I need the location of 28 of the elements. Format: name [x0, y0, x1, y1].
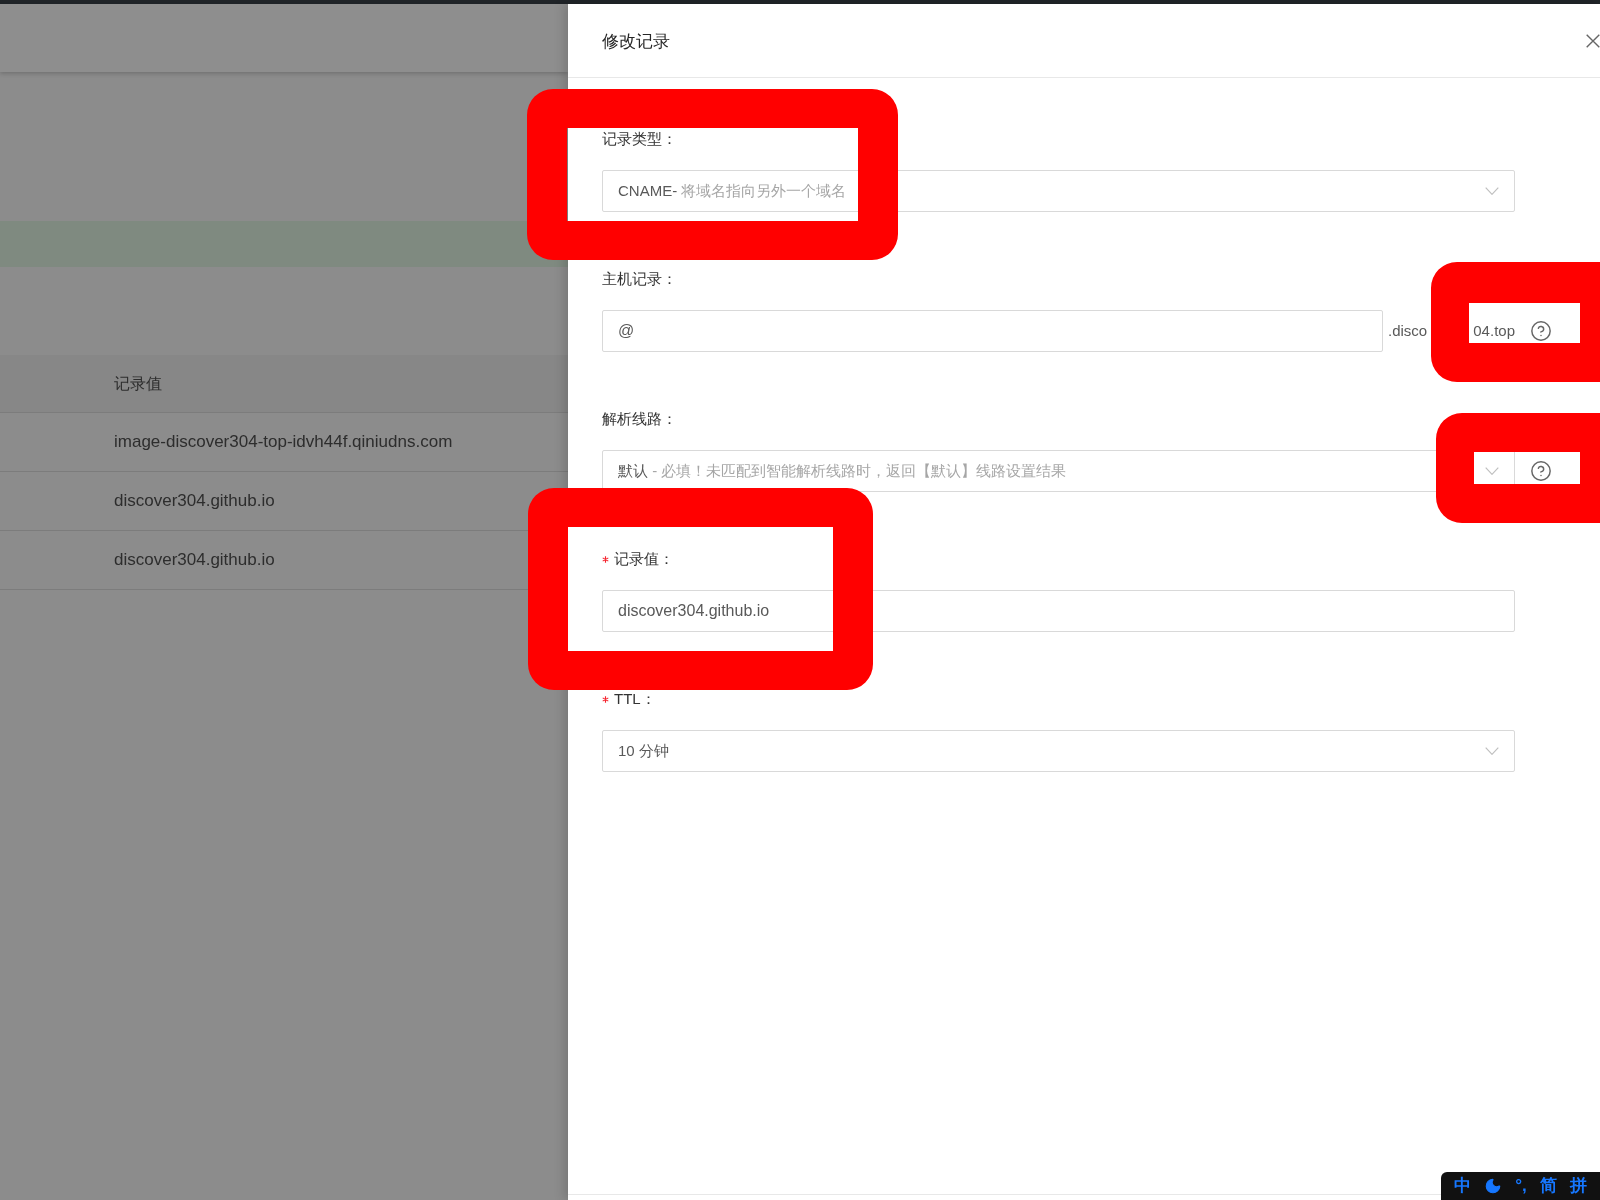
drawer-title: 修改记录 — [602, 31, 670, 53]
field-label: TTL： — [614, 689, 656, 709]
table-cell: discover304.github.io — [114, 549, 275, 571]
field-label: 主机记录： — [602, 269, 677, 289]
help-icon[interactable] — [1530, 320, 1552, 342]
input-field[interactable]: @ — [602, 310, 1383, 352]
select-field[interactable]: 10 分钟 — [602, 730, 1515, 772]
field-label: 解析线路： — [602, 409, 677, 429]
chevron-down-icon — [1485, 187, 1499, 195]
close-icon[interactable] — [1586, 33, 1600, 48]
input-field[interactable]: discover304.github.io — [602, 590, 1515, 632]
select-field[interactable]: CNAME- 将域名指向另外一个域名 — [602, 170, 1515, 212]
table-cell: discover304.github.io — [114, 490, 275, 512]
chevron-down-icon — [1485, 467, 1499, 475]
ime-mode[interactable]: 中 — [1453, 1175, 1471, 1197]
domain-suffix: 04.top — [1473, 321, 1515, 341]
select-field[interactable]: 默认 - 必填！未匹配到智能解析线路时，返回【默认】线路设置结果 — [602, 450, 1515, 492]
column-header: 记录值 — [114, 373, 162, 394]
ime-script[interactable]: 简 — [1540, 1175, 1557, 1197]
field-label: 记录值： — [614, 549, 674, 569]
help-icon[interactable] — [1530, 460, 1552, 482]
table-cell: image-discover304-top-idvh44f.qiniudns.com — [114, 431, 453, 453]
ime-input-method[interactable]: 拼 — [1570, 1175, 1588, 1197]
domain-suffix: .disco — [1388, 321, 1428, 341]
moon-icon[interactable] — [1483, 1177, 1502, 1195]
chevron-down-icon — [1485, 747, 1499, 755]
field-label: 记录类型： — [602, 129, 677, 149]
ime-punctuation[interactable]: °, — [1515, 1175, 1527, 1197]
